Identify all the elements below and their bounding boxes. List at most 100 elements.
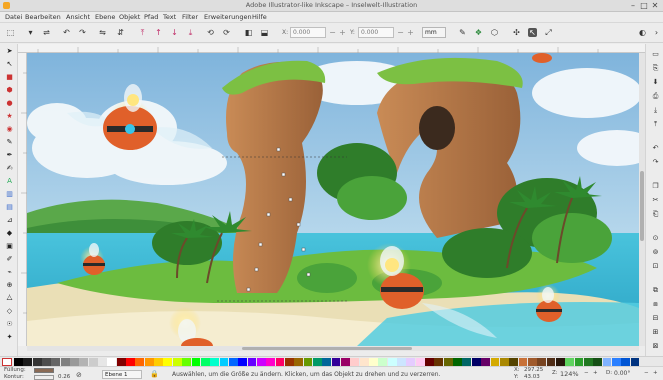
palette-swatch[interactable] <box>509 358 519 366</box>
palette-swatch[interactable] <box>42 358 51 366</box>
save-icon[interactable]: ⬇ <box>651 78 660 87</box>
zoom-value[interactable]: 124% <box>560 370 579 378</box>
deselect-icon[interactable]: ⇌ <box>42 28 51 37</box>
menu-extensions[interactable]: Erweiterungen <box>204 13 252 21</box>
menu-file[interactable]: Datei <box>5 13 22 21</box>
ungroup-icon[interactable]: ⊠ <box>651 342 660 351</box>
palette-swatch[interactable] <box>415 358 425 366</box>
paste-icon[interactable]: ⎗ <box>651 210 660 219</box>
tweak-tool-icon[interactable]: ☉ <box>5 320 14 329</box>
measure-tool-icon[interactable]: ⧊ <box>5 294 14 303</box>
menu-text[interactable]: Text <box>163 13 176 21</box>
close-button[interactable]: ✕ <box>650 0 660 11</box>
menu-edit[interactable]: Bearbeiten <box>25 13 61 21</box>
stroke-swatch[interactable] <box>34 375 54 380</box>
x-coord-input[interactable]: 0.000 <box>290 27 326 38</box>
palette-swatch[interactable] <box>172 358 182 366</box>
palette-swatch[interactable] <box>23 358 33 366</box>
palette-swatch[interactable] <box>359 358 369 366</box>
new-document-icon[interactable]: ▭ <box>651 50 660 59</box>
cut-icon[interactable]: ✂ <box>651 196 660 205</box>
layer-select[interactable]: Ebene 1 <box>102 370 142 379</box>
rotate-ccw-icon[interactable]: ↶ <box>62 28 71 37</box>
palette-swatch[interactable] <box>593 358 603 366</box>
y-increment-icon[interactable]: + <box>406 28 415 37</box>
palette-swatch[interactable] <box>331 358 341 366</box>
zoom-increment-icon[interactable]: + <box>593 370 598 376</box>
rotate-90-ccw-icon[interactable]: ⟲ <box>206 28 215 37</box>
lpe-tool-icon[interactable]: ◇ <box>5 307 14 316</box>
group-icon[interactable]: ⊞ <box>651 328 660 337</box>
palette-swatch[interactable] <box>397 358 406 366</box>
move-patterns-icon[interactable]: ✣ <box>512 28 521 37</box>
flip-v-icon[interactable]: ⬓ <box>260 28 269 37</box>
raise-to-top-icon[interactable]: ⤒ <box>138 28 147 37</box>
palette-swatch[interactable] <box>284 358 294 366</box>
palette-swatch[interactable] <box>107 358 117 366</box>
dropper-alt-icon[interactable]: ✦ <box>5 333 14 342</box>
circle-tool-icon[interactable]: ● <box>5 99 14 108</box>
island-illustration[interactable] <box>27 53 639 346</box>
palette-swatch[interactable] <box>228 358 238 366</box>
palette-swatch[interactable] <box>154 358 163 366</box>
palette-swatch[interactable] <box>163 358 173 366</box>
palette-swatch[interactable] <box>51 358 61 366</box>
palette-swatch[interactable] <box>350 358 360 366</box>
export-icon[interactable]: ⤒ <box>651 120 660 129</box>
menu-help[interactable]: Hilfe <box>252 13 267 21</box>
horizontal-ruler[interactable] <box>18 44 645 53</box>
lower-icon[interactable]: ↓ <box>170 28 179 37</box>
palette-swatch[interactable] <box>555 358 565 366</box>
palette-swatch[interactable] <box>60 358 70 366</box>
y-decrement-icon[interactable]: − <box>396 28 405 37</box>
zoom-drawing-icon[interactable]: ⊚ <box>651 248 660 257</box>
lower-to-bottom-icon[interactable]: ⤓ <box>186 28 195 37</box>
palette-swatch[interactable] <box>126 358 135 366</box>
palette-swatch[interactable] <box>98 358 107 366</box>
palette-swatch[interactable] <box>14 358 23 366</box>
palette-swatch[interactable] <box>406 358 416 366</box>
palette-swatch[interactable] <box>611 358 621 366</box>
palette-swatch[interactable] <box>481 358 490 366</box>
star-tool-icon[interactable]: ★ <box>5 112 14 121</box>
palette-swatch[interactable] <box>88 358 98 366</box>
palette-swatch[interactable] <box>583 358 593 366</box>
palette-swatch[interactable] <box>621 358 631 366</box>
menu-filter[interactable]: Filter <box>182 13 198 21</box>
maximize-button[interactable]: □ <box>639 0 649 11</box>
palette-swatch[interactable] <box>266 358 276 366</box>
palette-swatch[interactable] <box>135 358 145 366</box>
pen-tool-icon[interactable]: ✒ <box>5 151 14 160</box>
mesh-tool-icon[interactable]: ▣ <box>5 242 14 251</box>
x-increment-icon[interactable]: + <box>338 28 347 37</box>
lock-layer-icon[interactable]: 🔒 <box>150 370 159 378</box>
redo-icon[interactable]: ↷ <box>651 158 660 167</box>
menu-path[interactable]: Pfad <box>144 13 158 21</box>
palette-swatch[interactable] <box>471 358 481 366</box>
move-gradients-icon[interactable]: ⬡ <box>490 28 499 37</box>
palette-swatch[interactable] <box>238 358 248 366</box>
palette-swatch[interactable] <box>322 358 332 366</box>
spiral-tool-icon[interactable]: ◉ <box>5 125 14 134</box>
menu-layer[interactable]: Ebene <box>95 13 115 21</box>
snap-toggle-icon[interactable]: ◐ <box>638 28 647 37</box>
horizontal-scroll-thumb[interactable] <box>242 347 412 350</box>
node-tool-icon[interactable]: ↖ <box>5 60 14 69</box>
minimize-button[interactable]: – <box>628 0 638 11</box>
palette-swatch[interactable] <box>462 358 472 366</box>
gradient-tool-icon[interactable]: ◆ <box>5 229 14 238</box>
palette-swatch[interactable] <box>210 358 220 366</box>
scale-stroke-icon[interactable]: ✎ <box>458 28 467 37</box>
palette-swatch[interactable] <box>574 358 584 366</box>
bucket-tool-icon[interactable]: ⊿ <box>5 216 14 225</box>
zoom-selection-icon[interactable]: ⊙ <box>651 234 660 243</box>
text-tool-icon[interactable]: A <box>5 177 14 186</box>
spray-tool-icon[interactable]: ▥ <box>5 190 14 199</box>
import-icon[interactable]: ⤓ <box>651 106 660 115</box>
palette-swatch[interactable] <box>490 358 500 366</box>
zoom-page-icon[interactable]: ⊡ <box>651 262 660 271</box>
rotation-increment-icon[interactable]: + <box>653 370 658 376</box>
flip-horizontal-icon[interactable]: ⇋ <box>98 28 107 37</box>
dropper-tool-icon[interactable]: ✐ <box>5 255 14 264</box>
selector-tool-icon[interactable]: ➤ <box>5 47 14 56</box>
